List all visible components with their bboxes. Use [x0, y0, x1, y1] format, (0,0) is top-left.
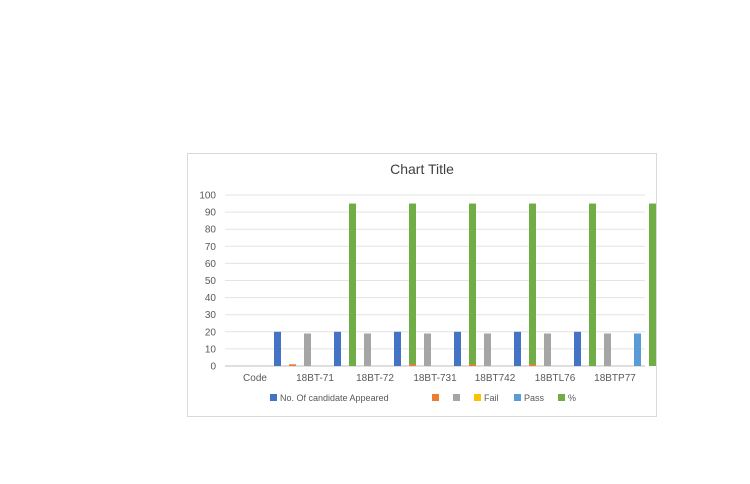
bar-chart: Chart Title 0 10 20 30 40 50 60 70 80 90 100 Code 1… [199, 161, 656, 403]
bar [409, 364, 416, 366]
y-tick-label: 0 [210, 362, 216, 373]
y-tick-label: 90 [205, 208, 217, 219]
legend-swatch [270, 394, 277, 401]
x-tick-label: 18BT-71 [296, 373, 334, 384]
x-tick-label: Code [243, 373, 267, 384]
bar [469, 364, 476, 366]
y-tick-label: 50 [205, 276, 217, 287]
y-tick-label: 80 [205, 225, 217, 236]
bar [544, 333, 551, 366]
bar [589, 203, 596, 366]
bar [604, 333, 611, 366]
legend-label: Pass [524, 393, 545, 403]
bar [529, 203, 536, 366]
legend-label: % [568, 393, 576, 403]
bar [304, 333, 311, 366]
gridlines [225, 194, 645, 367]
bar [469, 203, 476, 366]
bar [514, 331, 521, 366]
y-tick-label: 70 [205, 242, 217, 253]
y-tick-label: 40 [205, 293, 217, 304]
x-axis-ticks: Code 18BT-71 18BT-72 18BT-731 18BT742 18BTL76… [243, 373, 636, 384]
y-axis-ticks: 0 10 20 30 40 50 60 70 80 90 100 [199, 191, 216, 373]
bar [424, 333, 431, 366]
bar [454, 331, 461, 366]
y-tick-label: 30 [205, 310, 217, 321]
x-tick-label: 18BT-72 [356, 373, 394, 384]
bar [634, 333, 641, 366]
x-tick-label: 18BT-731 [413, 373, 457, 384]
legend-swatch [558, 394, 565, 401]
chart-title: Chart Title [390, 161, 454, 177]
legend-swatch [432, 394, 439, 401]
x-tick-label: 18BTL76 [535, 373, 576, 384]
bar [364, 333, 371, 366]
bar [574, 331, 581, 366]
y-tick-label: 10 [205, 344, 217, 355]
bar [394, 331, 401, 366]
legend-swatch [514, 394, 521, 401]
y-tick-label: 100 [199, 191, 216, 202]
legend-label: No. Of candidate Appeared [280, 393, 389, 403]
bar [649, 203, 656, 366]
bar [289, 364, 296, 366]
y-tick-label: 60 [205, 259, 217, 270]
bars [274, 203, 656, 366]
bar [274, 331, 281, 366]
bar [349, 203, 356, 366]
legend-label: Fail [484, 393, 499, 403]
legend-swatch [453, 394, 460, 401]
bar [334, 331, 341, 366]
legend: No. Of candidate Appeared Fail Pass% [270, 393, 576, 403]
bar [529, 364, 536, 366]
bar [484, 333, 491, 366]
x-tick-label: 18BTP77 [594, 373, 636, 384]
legend-swatch [474, 394, 481, 401]
x-tick-label: 18BT742 [475, 373, 516, 384]
y-tick-label: 20 [205, 327, 217, 338]
bar [409, 203, 416, 366]
